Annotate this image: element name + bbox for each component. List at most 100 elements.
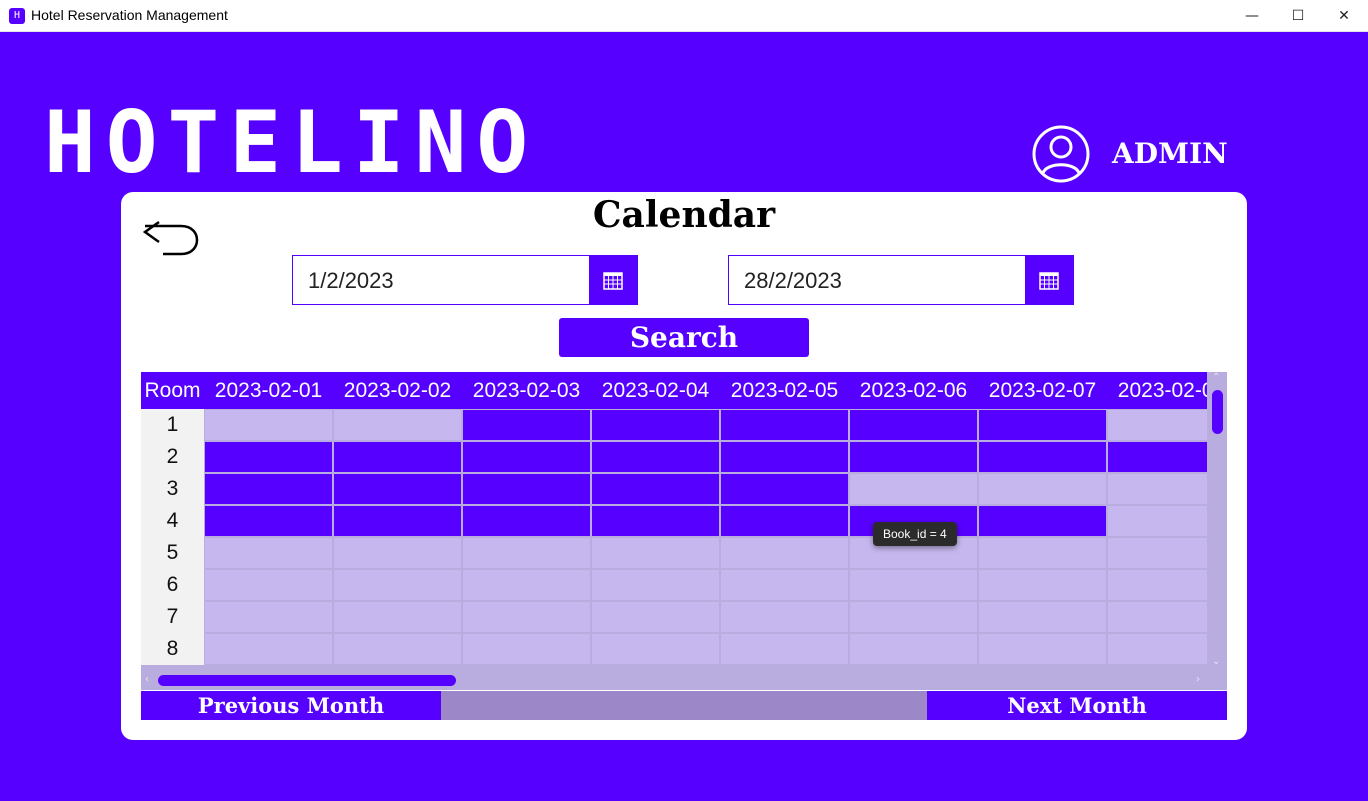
scroll-down-icon[interactable]: ⌄ [1212, 656, 1220, 667]
booked-cell[interactable] [850, 410, 977, 440]
available-cell[interactable] [334, 538, 461, 568]
available-cell[interactable] [721, 602, 848, 632]
available-cell[interactable] [334, 570, 461, 600]
booked-cell[interactable] [334, 506, 461, 536]
booked-cell[interactable] [463, 442, 590, 472]
available-cell[interactable] [721, 634, 848, 664]
available-cell[interactable] [979, 570, 1106, 600]
end-date-value[interactable]: 28/2/2023 [744, 268, 842, 294]
start-date-picker[interactable]: 1/2/2023 [292, 255, 638, 305]
calendar-icon [1039, 272, 1059, 290]
booking-grid[interactable]: Room 2023-02-01 2023-02-02 2023-02-03 2023-0… [141, 372, 1227, 690]
available-cell[interactable] [205, 602, 332, 632]
available-cell[interactable] [850, 474, 977, 504]
page-title: Calendar [592, 194, 776, 236]
booked-cell[interactable] [979, 442, 1106, 472]
available-cell[interactable] [463, 538, 590, 568]
available-cell[interactable] [1108, 570, 1207, 600]
start-date-value[interactable]: 1/2/2023 [308, 268, 394, 294]
end-calendar-button[interactable] [1025, 256, 1073, 304]
horizontal-scroll-thumb[interactable] [158, 675, 456, 686]
close-button[interactable]: ✕ [1321, 0, 1367, 32]
booked-cell[interactable] [592, 506, 719, 536]
available-cell[interactable] [463, 602, 590, 632]
room-row-header: 3 [141, 473, 204, 505]
booked-cell[interactable] [979, 506, 1106, 536]
booked-cell[interactable] [463, 474, 590, 504]
next-month-button[interactable]: Next Month [927, 691, 1227, 720]
booked-cell[interactable] [205, 442, 332, 472]
room-row-header: 8 [141, 633, 204, 665]
available-cell[interactable] [979, 474, 1106, 504]
available-cell[interactable] [721, 538, 848, 568]
end-date-picker[interactable]: 28/2/2023 [728, 255, 1074, 305]
vertical-scroll-thumb[interactable] [1212, 390, 1223, 434]
available-cell[interactable] [334, 602, 461, 632]
booked-cell[interactable] [850, 442, 977, 472]
booked-cell[interactable] [592, 474, 719, 504]
room-row-header: 4 [141, 505, 204, 537]
available-cell[interactable] [1108, 634, 1207, 664]
available-cell[interactable] [1108, 410, 1207, 440]
room-row-header: 5 [141, 537, 204, 569]
booked-cell[interactable] [979, 410, 1106, 440]
maximize-button[interactable]: ☐ [1275, 0, 1321, 32]
booked-cell[interactable] [721, 442, 848, 472]
booked-cell[interactable] [592, 410, 719, 440]
booked-cell[interactable] [721, 410, 848, 440]
available-cell[interactable] [1108, 602, 1207, 632]
user-name[interactable]: ADMIN [1112, 137, 1228, 170]
calendar-icon [603, 272, 623, 290]
start-calendar-button[interactable] [589, 256, 637, 304]
grid-viewport: Room 2023-02-01 2023-02-02 2023-02-03 2023-0… [141, 372, 1207, 671]
user-avatar-icon[interactable] [1031, 124, 1091, 184]
available-cell[interactable] [592, 634, 719, 664]
available-cell[interactable] [1108, 538, 1207, 568]
booked-cell[interactable] [463, 506, 590, 536]
vertical-scrollbar[interactable]: ⌃ ⌄ [1207, 372, 1227, 671]
booked-cell[interactable] [592, 442, 719, 472]
available-cell[interactable] [979, 538, 1106, 568]
calendar-card: Calendar 1/2/2023 28/2/2023 Search Room 2… [121, 192, 1247, 740]
available-cell[interactable] [850, 570, 977, 600]
available-cell[interactable] [463, 634, 590, 664]
search-button[interactable]: Search [559, 318, 809, 357]
available-cell[interactable] [850, 634, 977, 664]
available-cell[interactable] [1108, 474, 1207, 504]
booked-cell[interactable] [205, 506, 332, 536]
booked-cell[interactable] [1108, 442, 1207, 472]
available-cell[interactable] [205, 538, 332, 568]
available-cell[interactable] [592, 570, 719, 600]
available-cell[interactable] [979, 602, 1106, 632]
minimize-button[interactable]: — [1229, 0, 1275, 32]
available-cell[interactable] [463, 570, 590, 600]
booked-cell[interactable] [205, 474, 332, 504]
available-cell[interactable] [205, 570, 332, 600]
date-column-header: 2023-02-07 [988, 379, 1097, 402]
available-cell[interactable] [334, 410, 461, 440]
date-column-header: 2023-02-03 [472, 379, 581, 402]
booked-cell[interactable] [334, 474, 461, 504]
booked-cell[interactable] [463, 410, 590, 440]
hotelino-logo: HOTELINO [44, 93, 539, 193]
scroll-right-icon[interactable]: › [1196, 674, 1200, 685]
available-cell[interactable] [334, 634, 461, 664]
scroll-up-icon[interactable]: ⌃ [1212, 372, 1220, 383]
booked-cell[interactable] [721, 506, 848, 536]
room-row-header: 2 [141, 441, 204, 473]
available-cell[interactable] [721, 570, 848, 600]
available-cell[interactable] [1108, 506, 1207, 536]
previous-month-button[interactable]: Previous Month [141, 691, 441, 720]
booked-cell[interactable] [334, 442, 461, 472]
booked-cell[interactable] [721, 474, 848, 504]
horizontal-scrollbar[interactable]: ‹ › [141, 671, 1227, 690]
available-cell[interactable] [205, 634, 332, 664]
available-cell[interactable] [592, 538, 719, 568]
available-cell[interactable] [850, 602, 977, 632]
date-column-header: 2023-02-08 [1117, 379, 1207, 402]
available-cell[interactable] [979, 634, 1106, 664]
scroll-left-icon[interactable]: ‹ [145, 674, 149, 685]
month-navigation: Previous Month Next Month [141, 691, 1227, 720]
available-cell[interactable] [205, 410, 332, 440]
available-cell[interactable] [592, 602, 719, 632]
